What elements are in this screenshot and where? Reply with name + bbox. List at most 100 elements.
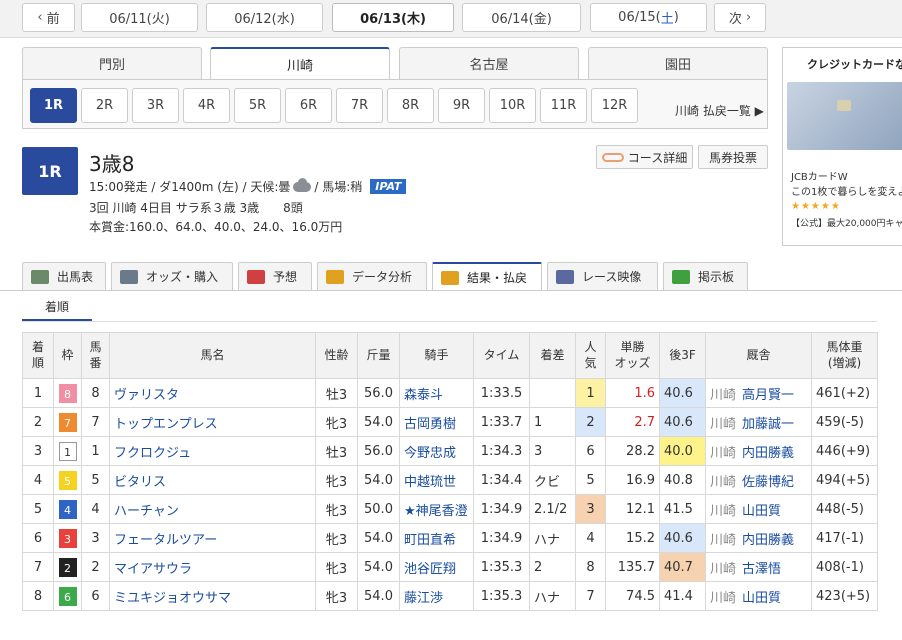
next-date-button[interactable]: 次 › bbox=[714, 3, 766, 32]
tab-entries[interactable]: 出馬表 bbox=[22, 262, 106, 290]
trainer-name-link[interactable]: 加藤誠一 bbox=[742, 417, 794, 432]
trainer-cell[interactable]: 川崎 内田勝義 bbox=[705, 436, 812, 466]
payout-list-link[interactable]: 川崎 払戻一覧 ▶ bbox=[675, 102, 764, 119]
jockey-link[interactable]: 中越琉世 bbox=[399, 465, 474, 495]
trainer-cell[interactable]: 川崎 内田勝義 bbox=[705, 523, 812, 553]
last-3f-cell: 40.6 bbox=[659, 378, 706, 408]
race-button-3r[interactable]: 3R bbox=[132, 88, 179, 123]
horse-name-link[interactable]: フェータルツアー bbox=[109, 523, 316, 553]
tab-odds[interactable]: オッズ・購入 bbox=[111, 262, 233, 290]
popularity-cell: 5 bbox=[575, 465, 606, 495]
jockey-link[interactable]: 古岡勇樹 bbox=[399, 407, 474, 437]
tab-results[interactable]: 結果・払戻 bbox=[432, 262, 542, 291]
date-tab-4[interactable]: 06/15(土) bbox=[590, 3, 707, 32]
time-cell: 1:34.9 bbox=[473, 494, 530, 524]
tab-data-analysis[interactable]: データ分析 bbox=[317, 262, 427, 290]
tab-label: 掲示板 bbox=[698, 270, 735, 284]
header-horse-name: 馬名 bbox=[109, 332, 316, 379]
trainer-name-link[interactable]: 佐藤博紀 bbox=[742, 475, 794, 490]
trainer-name-link[interactable]: 高月賢一 bbox=[742, 388, 794, 403]
trainer-cell[interactable]: 川崎 加藤誠一 bbox=[705, 407, 812, 437]
race-button-2r[interactable]: 2R bbox=[81, 88, 128, 123]
venue-tab-kawasaki[interactable]: 川崎 bbox=[210, 47, 390, 80]
horse-name-link[interactable]: ビタリス bbox=[109, 465, 316, 495]
venue-tab-monbetsu[interactable]: 門別 bbox=[22, 47, 202, 79]
weight-cell: 50.0 bbox=[357, 494, 400, 524]
tab-label: オッズ・購入 bbox=[146, 270, 219, 284]
chevron-right-icon: › bbox=[745, 10, 752, 25]
date-label: 06/14(金) bbox=[491, 12, 552, 27]
jockey-link[interactable]: 町田直希 bbox=[399, 523, 474, 553]
bet-button[interactable]: 馬券投票 bbox=[698, 145, 768, 169]
race-label: 10R bbox=[499, 98, 526, 113]
popularity-cell: 1 bbox=[575, 378, 606, 408]
header-jockey: 騎手 bbox=[399, 332, 474, 379]
trainer-cell[interactable]: 川崎 山田質 bbox=[705, 494, 812, 524]
ticket-icon bbox=[120, 269, 138, 284]
date-tab-0[interactable]: 06/11(火) bbox=[81, 3, 198, 32]
ipat-badge[interactable]: IPAT bbox=[370, 179, 407, 194]
horse-name-link[interactable]: ミユキジョオウサマ bbox=[109, 581, 316, 611]
race-button-4r[interactable]: 4R bbox=[183, 88, 230, 123]
race-button-11r[interactable]: 11R bbox=[540, 88, 587, 123]
weight-cell: 56.0 bbox=[357, 436, 400, 466]
trainer-name-link[interactable]: 内田勝義 bbox=[742, 446, 794, 461]
race-name: 3歳8 bbox=[89, 152, 135, 176]
horse-name-link[interactable]: ハーチャン bbox=[109, 494, 316, 524]
race-button-9r[interactable]: 9R bbox=[438, 88, 485, 123]
venue-tab-nagoya[interactable]: 名古屋 bbox=[399, 47, 579, 79]
tab-finish-order[interactable]: 着順 bbox=[22, 293, 92, 321]
prev-date-button[interactable]: ‹ 前 bbox=[22, 3, 75, 32]
header-text: 番 bbox=[89, 355, 102, 370]
trainer-location: 川崎 bbox=[710, 474, 737, 490]
waku-badge: 2 bbox=[58, 557, 77, 577]
trainer-cell[interactable]: 川崎 佐藤博紀 bbox=[705, 465, 812, 495]
sex-age-cell: 牡3 bbox=[315, 436, 358, 466]
jockey-link[interactable]: 藤江渉 bbox=[399, 581, 474, 611]
rank-cell: 6 bbox=[22, 523, 54, 553]
header-last-3f: 後3F bbox=[659, 332, 706, 379]
credit-card-ad[interactable]: クレジットカードならJ JCBカードW この1枚で暮らしを変えよう ★★★★★ … bbox=[782, 47, 902, 246]
tab-prediction[interactable]: 予想 bbox=[238, 262, 312, 290]
tab-race-video[interactable]: レース映像 bbox=[547, 262, 658, 290]
jockey-link[interactable]: 今野忠成 bbox=[399, 436, 474, 466]
jockey-link[interactable]: 池谷匠翔 bbox=[399, 552, 474, 582]
margin-cell: 1 bbox=[529, 407, 576, 437]
race-button-10r[interactable]: 10R bbox=[489, 88, 536, 123]
date-tab-3[interactable]: 06/14(金) bbox=[462, 3, 581, 32]
tab-board[interactable]: 掲示板 bbox=[663, 262, 748, 290]
trainer-name-link[interactable]: 山田質 bbox=[742, 504, 781, 519]
venue-tab-sonoda[interactable]: 園田 bbox=[588, 47, 768, 79]
trainer-name-link[interactable]: 古澤悟 bbox=[742, 562, 781, 577]
trainer-location: 川崎 bbox=[710, 561, 737, 577]
trainer-name-link[interactable]: 内田勝義 bbox=[742, 533, 794, 548]
race-button-8r[interactable]: 8R bbox=[387, 88, 434, 123]
horse-name-link[interactable]: ヴァリスタ bbox=[109, 378, 316, 408]
race-button-7r[interactable]: 7R bbox=[336, 88, 383, 123]
trainer-name-link[interactable]: 山田質 bbox=[742, 591, 781, 606]
race-label: 8R bbox=[401, 98, 420, 113]
odds-cell: 2.7 bbox=[605, 407, 660, 437]
ad-description: この1枚で暮らしを変えよう bbox=[791, 187, 902, 198]
header-sex-age: 性齢 bbox=[315, 332, 358, 379]
time-cell: 1:35.3 bbox=[473, 552, 530, 582]
body-weight-cell: 446(+9) bbox=[811, 436, 878, 466]
horse-name-link[interactable]: フクロクジュ bbox=[109, 436, 316, 466]
trainer-cell[interactable]: 川崎 高月賢一 bbox=[705, 378, 812, 408]
date-tab-2[interactable]: 06/13(木) bbox=[332, 3, 454, 32]
header-rank: 着順 bbox=[22, 332, 54, 379]
horse-name-link[interactable]: トップエンプレス bbox=[109, 407, 316, 437]
course-detail-button[interactable]: コース詳細 bbox=[596, 145, 693, 169]
venue-label: 園田 bbox=[664, 58, 691, 73]
jockey-link[interactable]: 森泰斗 bbox=[399, 378, 474, 408]
trainer-cell[interactable]: 川崎 山田質 bbox=[705, 581, 812, 611]
horse-name-link[interactable]: マイアサウラ bbox=[109, 552, 316, 582]
jockey-link[interactable]: ★神尾香澄 bbox=[399, 494, 474, 524]
race-button-5r[interactable]: 5R bbox=[234, 88, 281, 123]
date-tab-1[interactable]: 06/12(水) bbox=[206, 3, 323, 32]
cloudy-icon bbox=[293, 177, 312, 192]
race-button-6r[interactable]: 6R bbox=[285, 88, 332, 123]
race-button-1r[interactable]: 1R bbox=[30, 88, 77, 123]
race-button-12r[interactable]: 12R bbox=[591, 88, 638, 123]
trainer-cell[interactable]: 川崎 古澤悟 bbox=[705, 552, 812, 582]
